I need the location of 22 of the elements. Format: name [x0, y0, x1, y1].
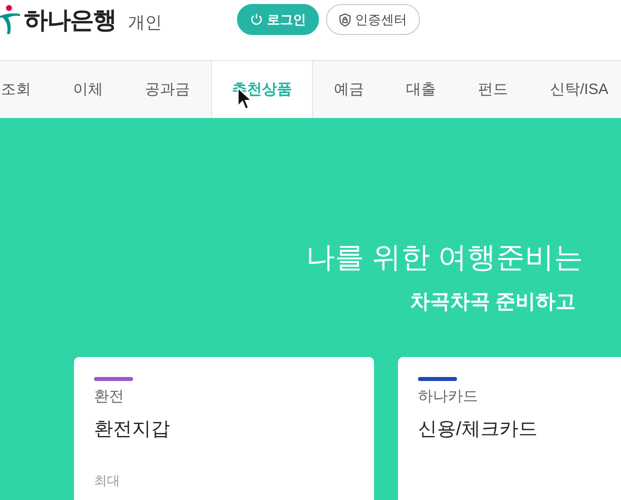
card-title: 신용/체크카드: [418, 418, 538, 442]
logo-text: 하나은행: [24, 6, 116, 36]
nav-tab[interactable]: 대출: [385, 61, 457, 118]
banner-subtitle: 차곡차곡 준비하고: [409, 290, 577, 315]
card-title: 환전지갑: [94, 418, 171, 442]
logo-icon: [0, 4, 20, 36]
banner-title: 나를 위한 여행준비는: [305, 241, 584, 276]
power-icon: [250, 13, 263, 26]
certificate-button[interactable]: 인증센터: [326, 4, 420, 35]
nav-tab[interactable]: 이체: [52, 61, 124, 118]
nav-tab[interactable]: 조회: [0, 61, 52, 118]
card-category: 환전: [94, 387, 125, 406]
card-detail: 최대: [94, 472, 121, 490]
product-card[interactable]: 환전 환전지갑 최대: [74, 357, 374, 500]
nav-tab[interactable]: 펀드: [457, 61, 529, 118]
nav-tab[interactable]: 공과금: [124, 61, 211, 118]
nav-tab[interactable]: 신탁/ISA: [529, 61, 621, 118]
section-label: 개인: [128, 12, 162, 34]
shield-lock-icon: [339, 12, 351, 26]
nav-tab[interactable]: 예금: [313, 61, 385, 118]
product-card[interactable]: 하나카드 신용/체크카드: [398, 357, 621, 500]
card-category: 하나카드: [418, 387, 479, 406]
